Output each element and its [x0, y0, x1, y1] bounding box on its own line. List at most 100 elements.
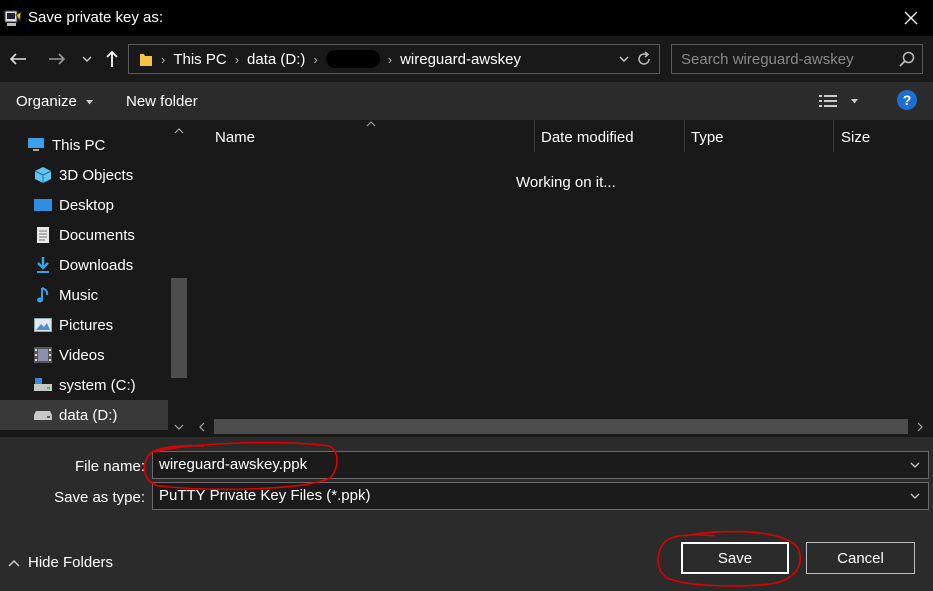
organize-menu[interactable]: Organize: [16, 93, 94, 110]
column-divider[interactable]: [833, 120, 834, 152]
loading-status: Working on it...: [516, 174, 616, 191]
refresh-button[interactable]: [633, 48, 655, 70]
computer-icon: [27, 136, 45, 154]
picture-icon: [34, 316, 52, 334]
new-folder-label: New folder: [126, 93, 198, 110]
video-icon: [34, 346, 52, 364]
drive-icon: [34, 376, 52, 394]
breadcrumb-separator[interactable]: ›: [386, 52, 394, 67]
sidebar-item-documents[interactable]: Documents: [0, 220, 168, 250]
chevron-down-icon: [851, 98, 858, 103]
sidebar-item-system-c[interactable]: system (C:): [0, 370, 168, 400]
file-name-input[interactable]: [159, 456, 899, 473]
refresh-icon: [638, 51, 650, 65]
column-header-size[interactable]: Size: [841, 129, 870, 146]
up-button[interactable]: [101, 44, 123, 74]
close-icon: [904, 11, 918, 25]
organize-label: Organize: [16, 93, 77, 110]
save-as-type-select[interactable]: PuTTY Private Key Files (*.ppk): [152, 482, 929, 510]
help-button[interactable]: ?: [897, 90, 917, 110]
navigation-pane-scrollbar[interactable]: [168, 120, 190, 437]
breadcrumb-separator[interactable]: ›: [311, 52, 319, 67]
recent-locations-button[interactable]: [80, 44, 94, 74]
scroll-up-icon[interactable]: [171, 124, 187, 138]
window-title: Save private key as:: [28, 9, 164, 26]
file-name-combobox[interactable]: [152, 451, 929, 479]
scrollbar-thumb[interactable]: [171, 278, 187, 378]
sidebar-item-pictures[interactable]: Pictures: [0, 310, 168, 340]
breadcrumb-data-drive[interactable]: data (D:): [241, 51, 311, 68]
details-view-icon: [819, 95, 837, 107]
help-icon: ?: [902, 92, 912, 108]
sidebar-item-label: Downloads: [59, 256, 134, 274]
sort-ascending-icon: [366, 121, 376, 127]
sidebar-item-3d-objects[interactable]: 3D Objects: [0, 160, 168, 190]
sidebar-item-label: Music: [59, 286, 99, 304]
arrow-up-icon: [106, 50, 118, 67]
column-divider[interactable]: [684, 120, 685, 152]
drive-icon: [34, 406, 52, 424]
chevron-down-icon[interactable]: [908, 458, 922, 472]
sidebar-item-desktop[interactable]: Desktop: [0, 190, 168, 220]
redacted-breadcrumb: [325, 50, 380, 68]
title-bar: Save private key as:: [0, 0, 933, 36]
file-name-label: File name:: [74, 458, 145, 475]
command-bar: Organize New folder: [0, 82, 933, 120]
hide-folders-label: Hide Folders: [28, 554, 114, 571]
column-header-date-modified[interactable]: Date modified: [541, 129, 634, 146]
file-list-horizontal-scrollbar[interactable]: [190, 416, 933, 437]
search-icon: [899, 51, 915, 67]
breadcrumb: › This PC › data (D:) › › wireguard-awsk…: [139, 45, 527, 73]
sidebar-item-label: Videos: [59, 346, 105, 364]
file-list-pane: Name Date modified Type Size Working on …: [190, 120, 933, 437]
address-dropdown-icon[interactable]: [619, 55, 629, 63]
sidebar-item-label: Documents: [59, 226, 135, 244]
sidebar-item-label: 3D Objects: [59, 166, 134, 184]
new-folder-button[interactable]: New folder: [126, 93, 198, 110]
search-input[interactable]: [681, 49, 891, 69]
breadcrumb-this-pc[interactable]: This PC: [167, 51, 232, 68]
cancel-button[interactable]: Cancel: [806, 542, 915, 574]
address-bar[interactable]: › This PC › data (D:) › › wireguard-awsk…: [128, 44, 660, 74]
sidebar-item-label: data (D:): [59, 406, 118, 424]
forward-button[interactable]: [45, 44, 69, 74]
sidebar-item-label: system (C:): [59, 376, 136, 394]
column-header-name[interactable]: Name: [215, 129, 255, 146]
putty-app-icon: [4, 10, 22, 26]
hide-folders-button[interactable]: Hide Folders: [8, 554, 113, 571]
back-button[interactable]: [6, 44, 30, 74]
scroll-left-icon[interactable]: [194, 419, 210, 434]
save-button[interactable]: Save: [681, 542, 789, 574]
navigation-pane: This PC 3D Objects Desktop Documents Dow…: [0, 120, 190, 437]
search-box[interactable]: [671, 44, 923, 74]
column-divider[interactable]: [534, 120, 535, 152]
sidebar-item-this-pc[interactable]: This PC: [0, 130, 168, 160]
music-icon: [34, 286, 52, 304]
chevron-up-icon: [8, 559, 20, 567]
sidebar-item-videos[interactable]: Videos: [0, 340, 168, 370]
column-header-type[interactable]: Type: [691, 129, 724, 146]
close-button[interactable]: [889, 0, 933, 36]
scrollbar-thumb[interactable]: [214, 419, 908, 434]
chevron-down-icon: [86, 99, 94, 105]
view-options-button[interactable]: [818, 93, 859, 109]
sidebar-item-music[interactable]: Music: [0, 280, 168, 310]
cube-icon: [34, 166, 52, 184]
breadcrumb-separator[interactable]: ›: [233, 52, 241, 67]
sidebar-item-label: Pictures: [59, 316, 114, 334]
save-as-type-value: PuTTY Private Key Files (*.ppk): [159, 487, 371, 504]
save-as-type-label: Save as type:: [54, 489, 145, 506]
chevron-down-icon: [82, 56, 92, 62]
sidebar-item-data-d[interactable]: data (D:): [0, 400, 168, 430]
sidebar-item-downloads[interactable]: Downloads: [0, 250, 168, 280]
arrow-right-icon: [49, 53, 66, 65]
breadcrumb-separator: ›: [161, 51, 166, 67]
sidebar-item-label: Desktop: [59, 196, 115, 214]
folder-icon: [140, 54, 152, 66]
desktop-icon: [34, 196, 52, 214]
scroll-down-icon[interactable]: [171, 420, 187, 434]
chevron-down-icon[interactable]: [908, 489, 922, 503]
scroll-right-icon[interactable]: [912, 419, 928, 434]
breadcrumb-current-folder[interactable]: wireguard-awskey: [394, 51, 527, 68]
document-icon: [34, 226, 52, 244]
